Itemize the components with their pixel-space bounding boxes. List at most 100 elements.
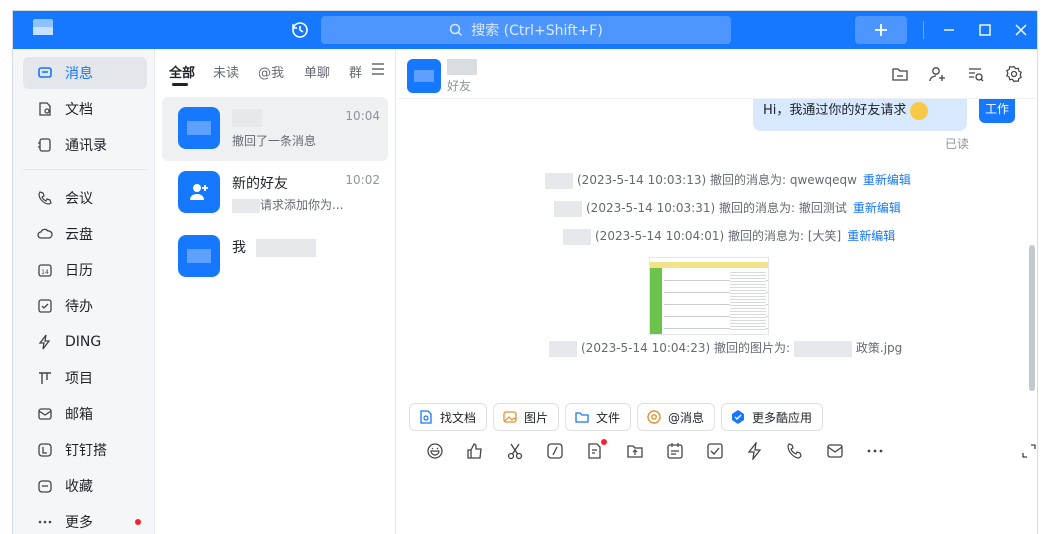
scissors-icon[interactable] — [503, 439, 527, 463]
sidebar-item-ding[interactable]: DING — [23, 326, 147, 358]
self-avatar[interactable]: 工作 — [979, 99, 1015, 123]
conversation-item[interactable]: 新的好友 10:02 请求添加你为... — [162, 161, 388, 225]
sidebar-item-mail[interactable]: 邮箱 — [23, 398, 147, 430]
chat-header: 好友 — [397, 49, 1037, 99]
calendar-icon: 14 — [37, 262, 53, 278]
find-doc-button[interactable]: 找文档 — [409, 403, 488, 431]
more-icon[interactable] — [863, 439, 887, 463]
sidebar-item-calendar[interactable]: 14 日历 — [23, 254, 147, 286]
sidebar-item-label: 更多 — [65, 515, 93, 531]
tab-all[interactable]: 全部 — [169, 62, 195, 81]
tab-unread[interactable]: 未读 — [213, 62, 239, 81]
task-check-icon[interactable] — [703, 439, 727, 463]
read-status: 已读 — [945, 137, 970, 151]
image-icon — [502, 409, 518, 425]
more-apps-button[interactable]: 更多酷应用 — [721, 403, 824, 431]
sidebar-item-todo[interactable]: 待办 — [23, 290, 147, 322]
notification-dot — [135, 519, 141, 525]
svg-text:14: 14 — [41, 269, 49, 276]
re-edit-link[interactable]: 重新编辑 — [853, 201, 901, 215]
todo-icon — [37, 298, 53, 314]
add-button[interactable] — [855, 16, 907, 44]
lightning-icon[interactable] — [743, 439, 767, 463]
sidebar-item-builder[interactable]: 钉钉搭 — [23, 434, 147, 466]
schedule-icon[interactable] — [663, 439, 687, 463]
new-doc-icon[interactable] — [583, 439, 607, 463]
tab-mentions[interactable]: @我 — [258, 62, 284, 81]
conversation-preview: 撤回了一条消息 — [232, 134, 317, 148]
sidebar-item-cloud[interactable]: 云盘 — [23, 218, 147, 250]
recall-notice: (2023-5-14 10:03:13) 撤回的消息为: qwewqeqw 重新编… — [545, 171, 911, 189]
minimize-icon — [944, 29, 954, 31]
sidebar-item-documents[interactable]: 文档 — [23, 93, 147, 125]
mail-icon[interactable] — [823, 439, 847, 463]
sidebar-item-label: 文档 — [65, 102, 93, 118]
slash-command-icon[interactable] — [543, 439, 567, 463]
search-history-icon[interactable] — [965, 63, 987, 85]
conversation-time: 10:04 — [345, 109, 380, 123]
conversation-item[interactable]: 10:04 撤回了一条消息 — [162, 97, 388, 161]
filter-tabs: 全部 未读 @我 单聊 群 — [156, 49, 395, 91]
tab-direct[interactable]: 单聊 — [304, 62, 330, 81]
app-logo — [33, 19, 53, 35]
emoji-icon[interactable] — [423, 439, 447, 463]
favorite-icon — [37, 478, 53, 494]
sidebar: 消息 文档 通讯录 会议 云盘 14 日历 待办 DING 项目 邮箱 钉钉搭 … — [13, 49, 155, 534]
recalled-image-thumbnail[interactable] — [649, 257, 769, 335]
app-window: 搜索 (Ctrl+Shift+F) 消息 文档 通讯录 会议 云盘 14 日历 … — [12, 10, 1038, 534]
project-icon — [37, 370, 53, 386]
message-icon — [37, 65, 53, 81]
image-button[interactable]: 图片 — [493, 403, 560, 431]
sidebar-item-label: DING — [65, 334, 102, 350]
sidebar-item-favorites[interactable]: 收藏 — [23, 470, 147, 502]
sidebar-item-label: 待办 — [65, 299, 93, 315]
expand-icon[interactable] — [1017, 439, 1037, 463]
sidebar-item-label: 邮箱 — [65, 407, 93, 423]
chat-subtitle: 好友 — [447, 79, 472, 93]
sidebar-item-contacts[interactable]: 通讯录 — [23, 129, 147, 161]
mention-button[interactable]: @消息 — [637, 403, 716, 431]
search-icon — [449, 23, 463, 37]
sidebar-item-more[interactable]: 更多 — [23, 506, 147, 534]
avatar — [178, 107, 220, 149]
search-input[interactable]: 搜索 (Ctrl+Shift+F) — [321, 16, 731, 44]
history-icon[interactable] — [289, 19, 311, 41]
builder-icon — [37, 442, 53, 458]
sidebar-item-messages[interactable]: 消息 — [23, 57, 147, 89]
image-recall-notice: (2023-5-14 10:04:23) 撤回的图片为: 政策.jpg — [549, 339, 902, 357]
re-edit-link[interactable]: 重新编辑 — [847, 229, 895, 243]
re-edit-link[interactable]: 重新编辑 — [863, 173, 911, 187]
sidebar-item-project[interactable]: 项目 — [23, 362, 147, 394]
maximize-button[interactable] — [967, 11, 1003, 49]
chat-avatar[interactable] — [407, 59, 441, 93]
tab-groups[interactable]: 群 — [349, 62, 362, 81]
menu-icon[interactable] — [370, 61, 386, 77]
upload-folder-icon[interactable] — [623, 439, 647, 463]
phone-icon[interactable] — [783, 439, 807, 463]
chat-title — [447, 59, 477, 75]
file-button[interactable]: 文件 — [565, 403, 632, 431]
smile-emoji-icon — [910, 101, 929, 120]
message-list: Hi，我通过你的好友请求 工作 已读 (2023-5-14 10:03:13) … — [397, 99, 1027, 399]
lightning-icon — [37, 334, 53, 350]
sidebar-divider — [23, 169, 147, 170]
conversation-time: 10:02 — [345, 173, 380, 187]
gear-icon[interactable] — [1003, 63, 1025, 85]
add-member-icon[interactable] — [927, 63, 949, 85]
sidebar-item-label: 云盘 — [65, 227, 93, 243]
scrollbar[interactable] — [1029, 245, 1035, 391]
mail-icon — [37, 406, 53, 422]
conversation-item[interactable]: 我 — [162, 225, 388, 289]
chat-panel: 好友 Hi，我通过你的好友请求 工作 已读 (2023-5-14 10:03:1… — [397, 49, 1037, 534]
close-button[interactable] — [1003, 11, 1037, 49]
conversation-name: 我 — [232, 237, 317, 257]
sidebar-item-meeting[interactable]: 会议 — [23, 182, 147, 214]
add-friend-avatar — [178, 171, 220, 213]
minimize-button[interactable] — [931, 11, 967, 49]
quick-actions: 找文档 图片 文件 @消息 更多酷应用 — [397, 401, 1037, 435]
message-input[interactable] — [397, 469, 1037, 534]
conversation-name: 新的好友 — [232, 176, 288, 192]
folder-icon[interactable] — [889, 63, 911, 85]
thumbs-up-icon[interactable] — [463, 439, 487, 463]
message-bubble[interactable]: Hi，我通过你的好友请求 — [753, 99, 967, 131]
